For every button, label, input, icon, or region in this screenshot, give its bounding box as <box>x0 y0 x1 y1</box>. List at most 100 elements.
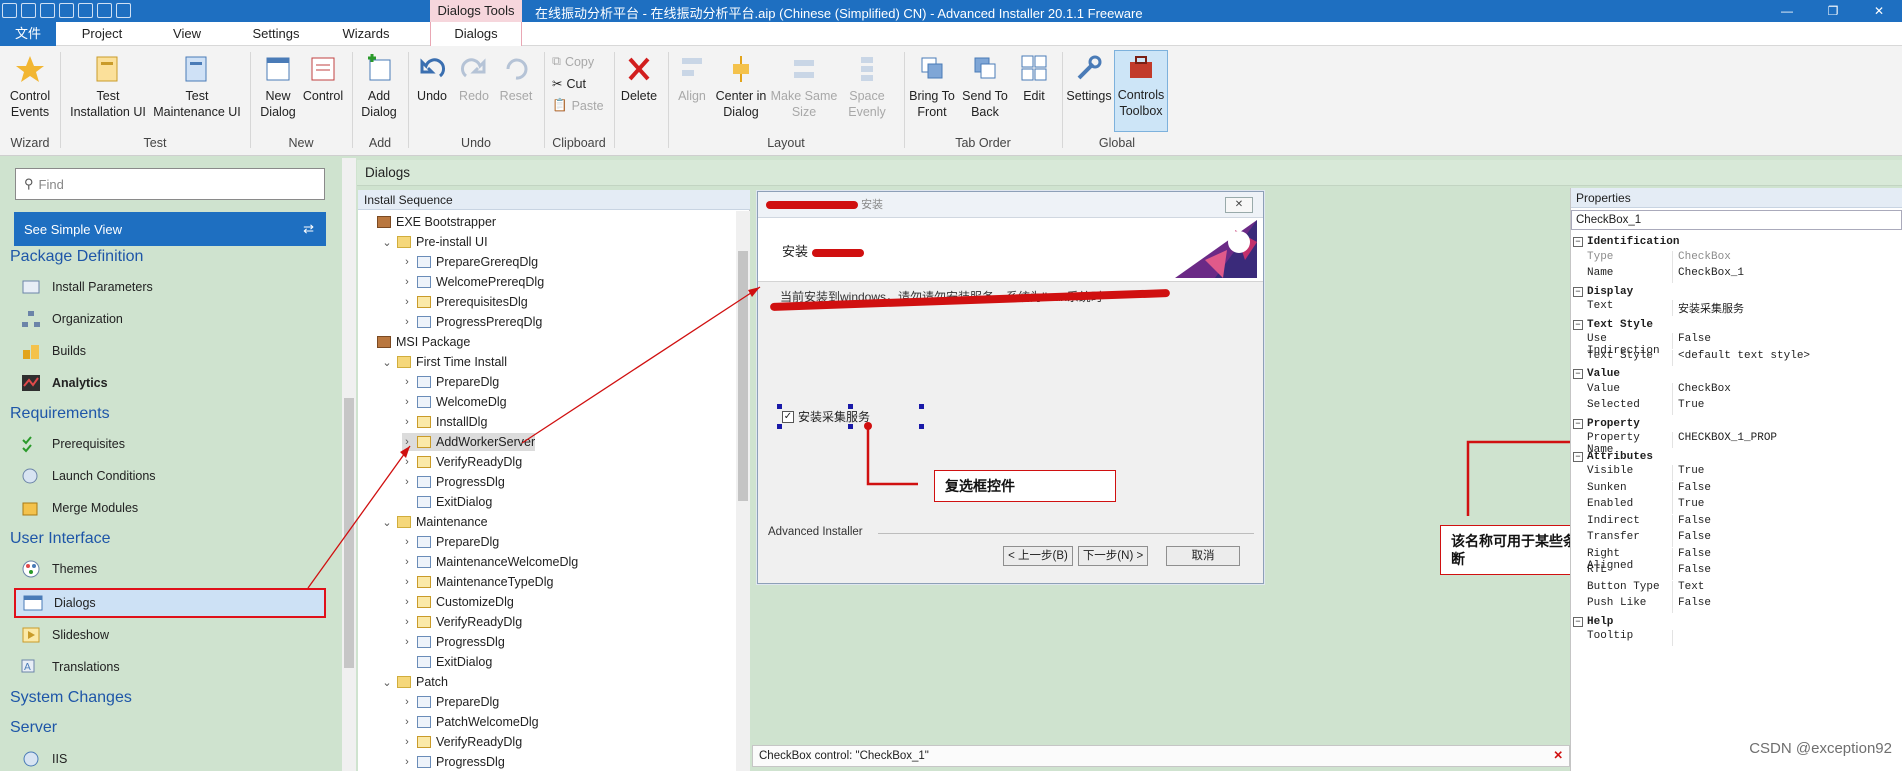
new-dialog-button[interactable]: New Dialog <box>254 52 302 120</box>
nav-dialogs[interactable]: Dialogs <box>14 588 326 618</box>
tree-item[interactable]: › CustomizeDlg <box>402 593 514 611</box>
collapse-icon[interactable]: − <box>1573 319 1583 330</box>
tree-item[interactable]: › ProgressPrereqDlg <box>402 313 542 331</box>
see-simple-view-button[interactable]: See Simple View ⇄ <box>14 212 326 246</box>
edit-tab-order-button[interactable]: Edit <box>1012 52 1056 104</box>
delete-button[interactable]: Delete <box>616 52 662 104</box>
nav-slideshow[interactable]: Slideshow <box>20 624 109 646</box>
nav-install-parameters[interactable]: Install Parameters <box>20 276 153 298</box>
property-row[interactable]: Push Like False <box>1573 597 1901 613</box>
chevron-right-icon[interactable]: › <box>402 536 412 548</box>
control-dropdown-button[interactable]: Control <box>300 52 346 104</box>
tab-file[interactable]: 文件 <box>0 22 56 46</box>
collapse-icon[interactable]: − <box>1573 286 1583 297</box>
property-value[interactable]: False <box>1673 564 1711 580</box>
nav-iis[interactable]: IIS <box>20 748 67 770</box>
copy-button[interactable]: ⧉ Copy <box>552 54 594 69</box>
property-category[interactable]: − Display <box>1573 284 1901 300</box>
property-row[interactable]: Property Name CHECKBOX_1_PROP <box>1573 432 1901 456</box>
dialog-preview[interactable]: 安装 ✕ 安装 当前安装到windows，请勿请勿安装服务，系统为linux系统… <box>757 191 1264 584</box>
build-icon[interactable] <box>59 3 74 18</box>
chevron-right-icon[interactable]: › <box>402 696 412 708</box>
nav-organization[interactable]: Organization <box>20 308 123 330</box>
nav-translations[interactable]: A Translations <box>20 656 120 678</box>
property-value[interactable]: CheckBox <box>1673 383 1731 399</box>
make-same-size-button[interactable]: Make Same Size <box>768 52 840 120</box>
run-icon[interactable] <box>78 3 93 18</box>
chevron-right-icon[interactable]: › <box>402 396 412 408</box>
control-events-button[interactable]: Control Events <box>4 52 56 120</box>
chevron-right-icon[interactable]: › <box>402 576 412 588</box>
paste-button[interactable]: 📋 Paste <box>552 98 604 113</box>
tab-wizards[interactable]: Wizards <box>326 22 406 46</box>
property-row[interactable]: Indirect False <box>1573 514 1901 531</box>
left-panel-scrollbar[interactable] <box>342 158 356 771</box>
property-row[interactable]: Button Type Text <box>1573 580 1901 597</box>
controls-toolbox-button[interactable]: Controls Toolbox <box>1114 50 1168 132</box>
nav-analytics[interactable]: Analytics <box>20 372 108 394</box>
property-row[interactable]: Selected True <box>1573 399 1901 415</box>
property-value[interactable]: CHECKBOX_1_PROP <box>1673 432 1777 448</box>
tree-item[interactable]: › PrerequisitesDlg <box>402 293 528 311</box>
control-selector[interactable]: CheckBox_1 <box>1571 210 1902 230</box>
collapse-icon[interactable]: − <box>1573 237 1583 247</box>
property-row[interactable]: Text 安装采集服务 <box>1573 300 1901 316</box>
property-value[interactable]: 安装采集服务 <box>1673 300 1744 316</box>
property-row[interactable]: Transfer False <box>1573 531 1901 547</box>
maximize-button[interactable]: ❐ <box>1810 0 1856 22</box>
chevron-right-icon[interactable]: › <box>402 636 412 648</box>
property-category[interactable]: − Property <box>1573 416 1901 432</box>
property-category[interactable]: − Help <box>1573 614 1901 630</box>
property-row[interactable]: Type CheckBox <box>1573 250 1901 267</box>
chevron-right-icon[interactable]: › <box>402 756 412 768</box>
collapse-icon[interactable]: − <box>1573 418 1583 429</box>
tree-item[interactable]: › PrepareGrereqDlg <box>402 253 538 271</box>
align-button[interactable]: Align <box>670 52 714 104</box>
property-row[interactable]: Name CheckBox_1 <box>1573 267 1901 283</box>
property-row[interactable]: Use Indirection False <box>1573 333 1901 357</box>
chevron-down-icon[interactable]: ⌄ <box>382 356 392 369</box>
tree-scrollbar[interactable] <box>736 211 750 771</box>
window-controls[interactable]: — ❐ ✕ <box>1764 0 1902 22</box>
tree-item[interactable]: › PrepareDlg <box>402 373 499 391</box>
tree-item[interactable]: › ProgressDlg <box>402 473 505 491</box>
test-maintenance-button[interactable]: Test Maintenance UI <box>152 52 242 120</box>
test-installation-button[interactable]: Test Installation UI <box>64 52 152 120</box>
chevron-right-icon[interactable]: › <box>402 596 412 608</box>
tree-item[interactable]: › WelcomeDlg <box>402 393 506 411</box>
tree-item[interactable]: ⌄ Patch <box>382 673 448 691</box>
tab-view[interactable]: View <box>150 22 224 46</box>
back-icon[interactable] <box>97 3 112 18</box>
tree-item[interactable]: ⌄ First Time Install <box>382 353 507 371</box>
property-value[interactable]: CheckBox_1 <box>1673 267 1744 283</box>
property-row[interactable]: Value CheckBox <box>1573 382 1901 399</box>
property-row[interactable]: RTL False <box>1573 564 1901 580</box>
tree-item[interactable]: › WelcomePrereqDlg <box>402 273 544 291</box>
settings-button[interactable]: Settings <box>1064 52 1114 104</box>
chevron-right-icon[interactable]: › <box>402 376 412 388</box>
tree-item[interactable]: ExitDialog <box>402 493 492 511</box>
tree-item[interactable]: MSI Package <box>362 333 470 351</box>
nav-launch-conditions[interactable]: Launch Conditions <box>20 465 156 487</box>
property-value[interactable]: <default text style> <box>1673 350 1810 366</box>
tree-item[interactable]: › MaintenanceTypeDlg <box>402 573 553 591</box>
property-category[interactable]: − Identification <box>1573 234 1901 250</box>
property-value[interactable]: True <box>1673 465 1704 481</box>
forward-icon[interactable] <box>116 3 131 18</box>
tab-dialogs[interactable]: Dialogs <box>430 22 522 46</box>
cut-button[interactable]: ✂ Cut <box>552 76 586 92</box>
new-icon[interactable] <box>40 3 55 18</box>
collapse-icon[interactable]: − <box>1573 616 1583 627</box>
search-input[interactable]: ⚲ Find <box>15 168 325 200</box>
chevron-right-icon[interactable]: › <box>402 416 412 428</box>
chevron-right-icon[interactable]: › <box>402 616 412 628</box>
close-button[interactable]: ✕ <box>1856 0 1902 22</box>
tab-settings[interactable]: Settings <box>236 22 316 46</box>
tree-item[interactable]: › VerifyReadyDlg <box>402 453 522 471</box>
nav-merge-modules[interactable]: Merge Modules <box>20 497 138 519</box>
property-category[interactable]: − Text Style <box>1573 317 1901 333</box>
property-value[interactable]: Text <box>1673 581 1704 597</box>
nav-builds[interactable]: Builds <box>20 340 86 362</box>
property-value[interactable]: False <box>1673 597 1711 613</box>
tree-item[interactable]: › PatchWelcomeDlg <box>402 713 538 731</box>
